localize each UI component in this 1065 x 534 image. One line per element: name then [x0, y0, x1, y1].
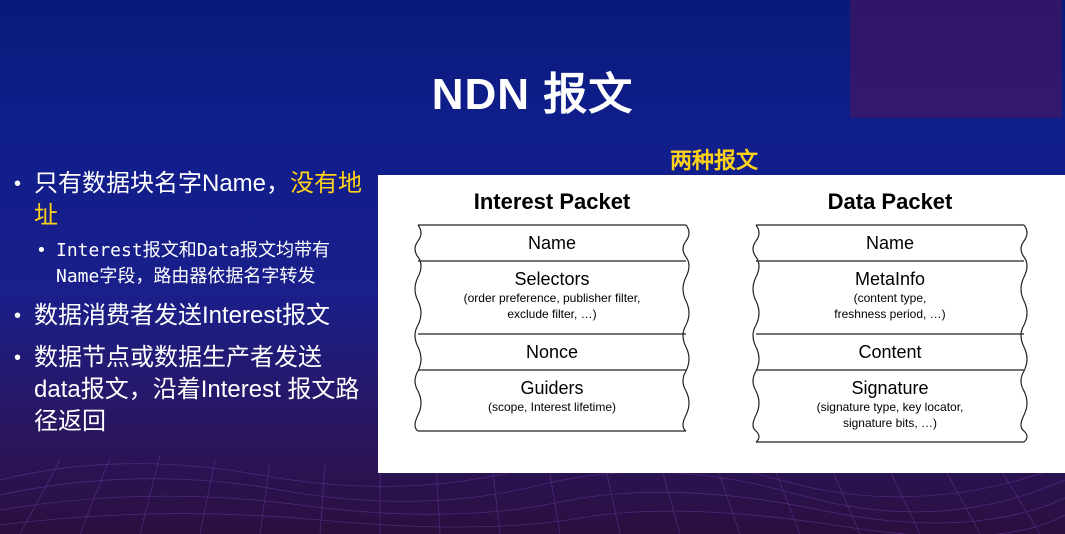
slide-title: NDN 报文 — [431, 70, 634, 119]
interest-field-guiders: Guiders (scope, Interest lifetime) — [487, 378, 617, 414]
packet-diagram-panel: Interest Packet Data Packet Name Selecto… — [378, 175, 1065, 473]
sub-bullet-item: Interest报文和Data报文均带有Name字段，路由器依据名字转发 — [14, 238, 364, 290]
bullet-list: 只有数据块名字Name，没有地址 Interest报文和Data报文均带有Nam… — [14, 168, 364, 448]
data-field-name: Name — [865, 233, 914, 253]
data-field-signature: Signature (signature type, key locator, … — [816, 378, 964, 430]
data-field-metainfo: MetaInfo (content type, freshness period… — [834, 269, 946, 321]
interest-field-name: Name — [527, 233, 576, 253]
data-field-content: Content — [858, 342, 922, 362]
bullet-item-2: 数据消费者发送Interest报文 — [14, 300, 364, 332]
diagram-caption: 两种报文 — [670, 148, 759, 173]
bullet-item-1: 只有数据块名字Name，没有地址 — [14, 168, 364, 232]
interest-field-nonce: Nonce — [525, 342, 579, 362]
bullet-1-text: 只有数据块名字Name， — [34, 170, 291, 197]
bullet-item-3: 数据节点或数据生产者发送data报文，沿着Interest 报文路径返回 — [14, 342, 364, 438]
interest-field-selectors: Selectors (order preference, publisher f… — [463, 269, 641, 321]
